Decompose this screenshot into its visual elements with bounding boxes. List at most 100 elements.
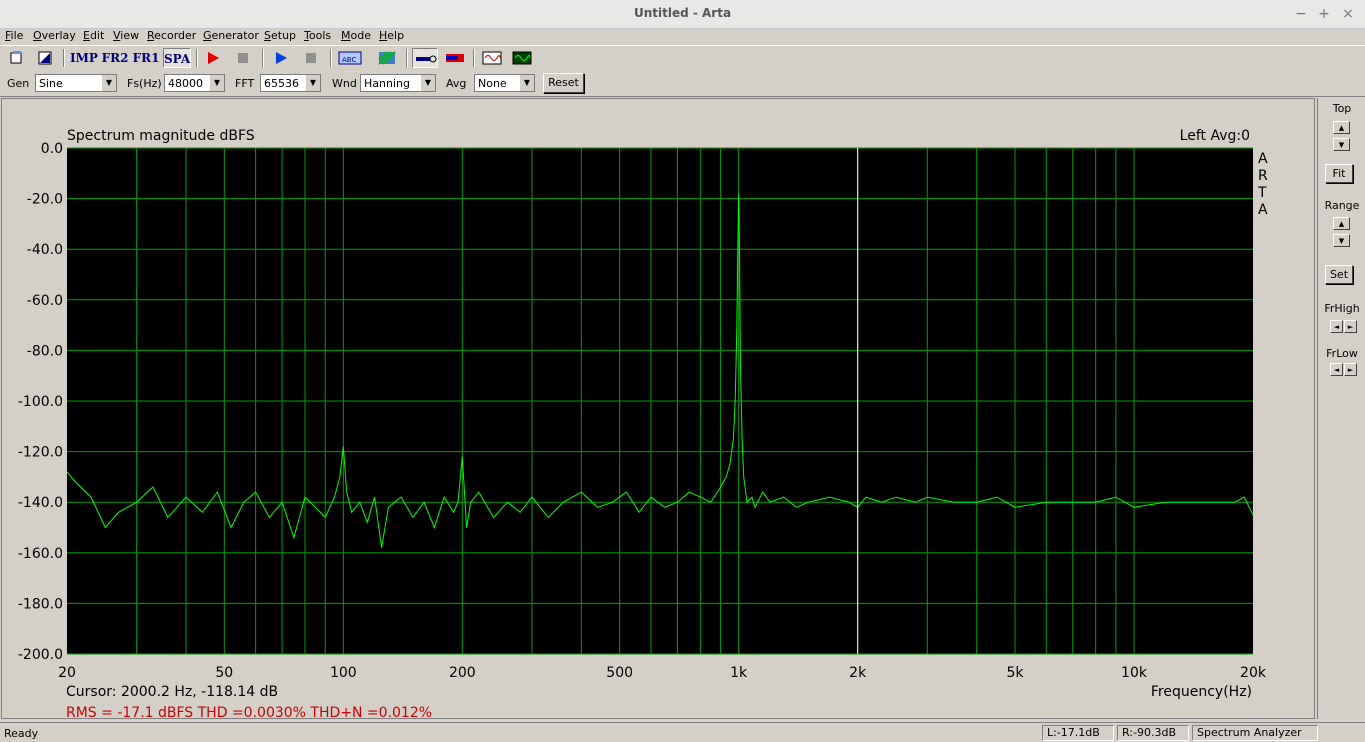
y-tick-label: -100.0 bbox=[18, 394, 63, 410]
top-down-button[interactable]: ▼ bbox=[1333, 138, 1350, 151]
frlow-right-button[interactable]: ► bbox=[1344, 363, 1357, 376]
wnd-value: Hanning bbox=[364, 77, 410, 90]
x-tick-label: 20k bbox=[1240, 665, 1267, 681]
status-mode: Spectrum Analyzer bbox=[1192, 725, 1318, 741]
measurements-readout: RMS = -17.1 dBFS THD =0.0030% THD+N =0.0… bbox=[66, 705, 432, 718]
sine-wave-icon[interactable] bbox=[481, 48, 503, 68]
controls-bar: Gen Sine ▼ Fs(Hz) 48000 ▼ FFT 65536 ▼ Wn… bbox=[0, 70, 1365, 97]
imp-mode-button[interactable]: IMP bbox=[70, 48, 98, 68]
gen-value: Sine bbox=[39, 77, 63, 90]
logo-letter: A bbox=[1258, 202, 1268, 218]
spa-mode-button[interactable]: SPA bbox=[163, 48, 191, 68]
status-bar: Ready L:-17.1dB R:-90.3dB Spectrum Analy… bbox=[0, 722, 1365, 742]
frlow-left-button[interactable]: ◄ bbox=[1330, 363, 1343, 376]
fit-button[interactable]: Fit bbox=[1325, 164, 1353, 183]
gen-select[interactable]: Sine ▼ bbox=[35, 74, 117, 92]
toolbar-separator bbox=[262, 49, 264, 67]
fr1-mode-button[interactable]: FR1 bbox=[132, 48, 160, 68]
menu-generator[interactable]: Generator bbox=[203, 29, 259, 42]
menu-mode[interactable]: Mode bbox=[341, 29, 371, 42]
logo-letter: A bbox=[1258, 151, 1268, 167]
spectrum-chart[interactable]: Spectrum magnitude dBFS Left Avg:0 A R T… bbox=[2, 99, 1314, 718]
fft-value: 65536 bbox=[264, 77, 299, 90]
generator-play-icon[interactable] bbox=[270, 48, 292, 68]
menu-help[interactable]: Help bbox=[379, 29, 404, 42]
range-up-button[interactable]: ▲ bbox=[1333, 217, 1350, 230]
minimize-button[interactable]: − bbox=[1291, 4, 1311, 24]
menu-file[interactable]: File bbox=[5, 29, 23, 42]
x-tick-label: 10k bbox=[1121, 665, 1148, 681]
menu-tools[interactable]: Tools bbox=[304, 29, 331, 42]
y-tick-label: -180.0 bbox=[18, 596, 63, 612]
status-left-level: L:-17.1dB bbox=[1042, 725, 1114, 741]
fs-select[interactable]: 48000 ▼ bbox=[164, 74, 225, 92]
x-tick-label: 100 bbox=[330, 665, 357, 681]
y-tick-label: -160.0 bbox=[18, 546, 63, 562]
frhigh-label: FrHigh bbox=[1324, 302, 1360, 315]
y-tick-label: -20.0 bbox=[27, 192, 63, 208]
open-file-icon[interactable] bbox=[5, 48, 27, 68]
gen-label: Gen bbox=[7, 77, 30, 90]
avg-value: None bbox=[478, 77, 507, 90]
chevron-down-icon[interactable]: ▼ bbox=[305, 75, 320, 91]
overlay-icon[interactable] bbox=[34, 48, 56, 68]
right-panel: Top ▲ ▼ Fit Range ▲ ▼ Set FrHigh ◄ ► FrL… bbox=[1317, 98, 1365, 719]
wnd-select[interactable]: Hanning ▼ bbox=[360, 74, 436, 92]
menu-overlay[interactable]: Overlay bbox=[33, 29, 76, 42]
reset-button[interactable]: Reset bbox=[543, 73, 584, 93]
fr2-mode-button[interactable]: FR2 bbox=[101, 48, 129, 68]
y-tick-label: -140.0 bbox=[18, 495, 63, 511]
maximize-button[interactable]: + bbox=[1314, 4, 1334, 24]
fft-select[interactable]: 65536 ▼ bbox=[260, 74, 321, 92]
window-title: Untitled - Arta bbox=[633, 6, 732, 20]
probe-icon[interactable] bbox=[412, 48, 438, 68]
status-right-level: R:-90.3dB bbox=[1117, 725, 1189, 741]
chevron-down-icon[interactable]: ▼ bbox=[101, 75, 116, 91]
toolbar-separator bbox=[473, 49, 475, 67]
top-up-button[interactable]: ▲ bbox=[1333, 121, 1350, 134]
toolbar-separator bbox=[330, 49, 332, 67]
menu-recorder[interactable]: Recorder bbox=[147, 29, 196, 42]
chart-title: Spectrum magnitude dBFS bbox=[67, 128, 255, 144]
pattern-icon[interactable] bbox=[376, 48, 398, 68]
menu-view[interactable]: View bbox=[113, 29, 139, 42]
range-down-button[interactable]: ▼ bbox=[1333, 234, 1350, 247]
x-tick-label: 5k bbox=[1006, 665, 1024, 681]
chevron-down-icon[interactable]: ▼ bbox=[209, 75, 224, 91]
close-button[interactable]: × bbox=[1338, 4, 1358, 24]
fs-value: 48000 bbox=[168, 77, 203, 90]
svg-text:ABC: ABC bbox=[342, 56, 356, 64]
set-button[interactable]: Set bbox=[1325, 265, 1353, 284]
range-label: Range bbox=[1324, 199, 1360, 212]
toolbar-separator bbox=[196, 49, 198, 67]
cursor-readout: Cursor: 2000.2 Hz, -118.14 dB bbox=[66, 684, 278, 700]
y-tick-label: -200.0 bbox=[18, 647, 63, 663]
x-tick-label: 50 bbox=[215, 665, 233, 681]
x-tick-label: 20 bbox=[58, 665, 76, 681]
plot-panel: Spectrum magnitude dBFS Left Avg:0 A R T… bbox=[1, 98, 1315, 719]
frhigh-right-button[interactable]: ► bbox=[1344, 320, 1357, 333]
y-tick-label: -80.0 bbox=[27, 343, 63, 359]
toolbar: IMP FR2 FR1 SPA ABC bbox=[0, 45, 1365, 70]
fs-label: Fs(Hz) bbox=[127, 77, 162, 90]
window-titlebar: Untitled - Arta − + × bbox=[0, 0, 1365, 29]
avg-select[interactable]: None ▼ bbox=[474, 74, 535, 92]
toolbar-separator bbox=[63, 49, 65, 67]
logo-letter: T bbox=[1257, 185, 1267, 201]
record-stop-icon[interactable] bbox=[232, 48, 254, 68]
chevron-down-icon[interactable]: ▼ bbox=[420, 75, 435, 91]
generator-stop-icon[interactable] bbox=[300, 48, 322, 68]
x-axis-label: Frequency(Hz) bbox=[1151, 684, 1252, 700]
record-play-icon[interactable] bbox=[202, 48, 224, 68]
abc-icon[interactable]: ABC bbox=[338, 48, 362, 68]
level-meter-icon[interactable] bbox=[444, 48, 466, 68]
chevron-down-icon[interactable]: ▼ bbox=[519, 75, 534, 91]
y-tick-label: 0.0 bbox=[41, 141, 63, 157]
menu-setup[interactable]: Setup bbox=[264, 29, 296, 42]
oscilloscope-icon[interactable] bbox=[511, 48, 533, 68]
y-tick-label: -40.0 bbox=[27, 242, 63, 258]
frhigh-left-button[interactable]: ◄ bbox=[1330, 320, 1343, 333]
menu-edit[interactable]: Edit bbox=[83, 29, 104, 42]
avg-label: Avg bbox=[446, 77, 467, 90]
x-tick-label: 200 bbox=[449, 665, 476, 681]
